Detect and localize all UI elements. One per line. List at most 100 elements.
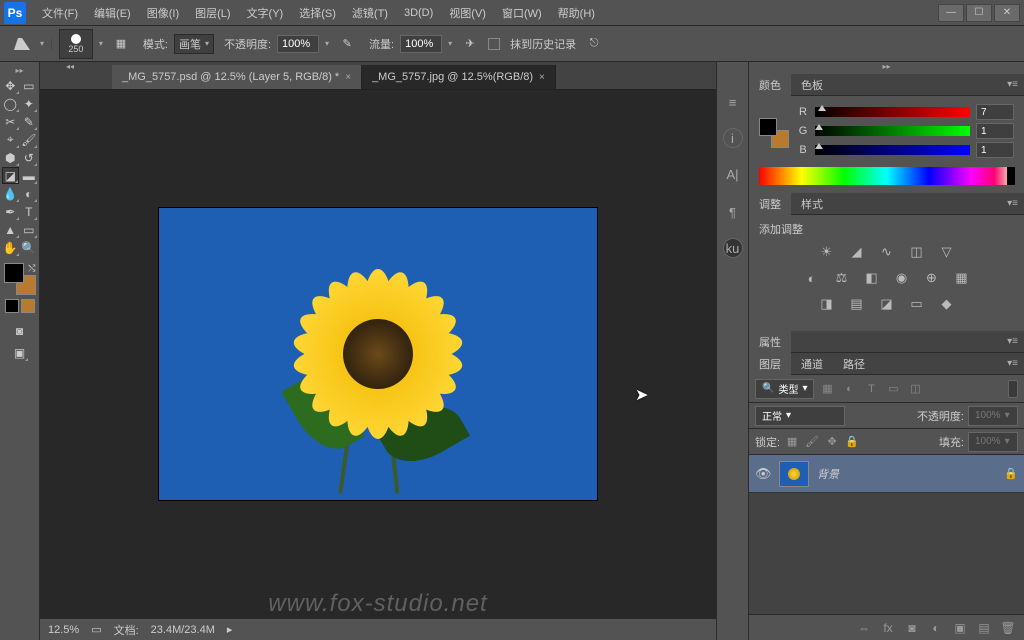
menu-type[interactable]: 文字(Y): [239, 0, 292, 26]
new-group-icon[interactable]: ▣: [952, 620, 968, 636]
default-colors-icon[interactable]: [5, 299, 19, 313]
close-button[interactable]: ✕: [994, 4, 1020, 22]
tab-color[interactable]: 颜色: [749, 74, 791, 96]
bw-icon[interactable]: ◧: [862, 269, 882, 287]
filter-kind-select[interactable]: 🔍 类型 ▾: [755, 379, 814, 399]
alt-color-icon[interactable]: [21, 299, 35, 313]
menu-edit[interactable]: 编辑(E): [86, 0, 139, 26]
tab-paths[interactable]: 路径: [833, 353, 875, 375]
flow-field[interactable]: 100%: [400, 35, 442, 53]
new-layer-icon[interactable]: ▤: [976, 620, 992, 636]
threshold-icon[interactable]: ◪: [877, 295, 897, 313]
pressure-opacity-icon[interactable]: ✎: [335, 32, 359, 56]
eraser-tool[interactable]: ◪: [2, 167, 19, 184]
color-swatch-pair[interactable]: [759, 118, 789, 148]
menu-file[interactable]: 文件(F): [34, 0, 86, 26]
photo-filter-icon[interactable]: ◉: [892, 269, 912, 287]
menu-filter[interactable]: 滤镜(T): [344, 0, 396, 26]
airbrush-icon[interactable]: ✈: [458, 32, 482, 56]
histogram-panel-icon[interactable]: ≡: [721, 90, 745, 114]
dodge-tool[interactable]: ◐: [21, 185, 38, 202]
g-slider[interactable]: [815, 126, 970, 136]
crop-tool[interactable]: ✂: [2, 113, 19, 130]
menu-help[interactable]: 帮助(H): [550, 0, 603, 26]
healing-tool[interactable]: ⌖: [2, 131, 19, 148]
brush-tool[interactable]: 🖌: [21, 131, 38, 148]
layers-panel-menu-icon[interactable]: ▾≡: [1001, 358, 1024, 369]
layer-fx-icon[interactable]: fx: [880, 620, 896, 636]
b-slider[interactable]: [815, 145, 970, 155]
menu-view[interactable]: 视图(V): [441, 0, 494, 26]
fill-field[interactable]: 100% ▾: [968, 432, 1018, 452]
history-brush-tool[interactable]: ↺: [21, 149, 38, 166]
swap-colors-icon[interactable]: ⤭: [28, 263, 35, 274]
filter-smart-icon[interactable]: ◫: [906, 380, 924, 398]
opacity-field[interactable]: 100%: [277, 35, 319, 53]
layer-thumbnail[interactable]: [779, 461, 809, 487]
lock-all-icon[interactable]: 🔒: [844, 434, 860, 450]
blend-mode-select[interactable]: 画笔▾: [174, 34, 214, 54]
tab-adjustments[interactable]: 调整: [749, 193, 791, 215]
layer-mask-icon[interactable]: ◙: [904, 620, 920, 636]
move-tool[interactable]: ✥: [2, 77, 19, 94]
opacity-chevron-icon[interactable]: ▾: [325, 39, 329, 48]
document-tab-1[interactable]: _MG_5757.psd @ 12.5% (Layer 5, RGB/8) * …: [112, 65, 362, 89]
document-tab-2[interactable]: _MG_5757.jpg @ 12.5%(RGB/8) ×: [362, 65, 556, 89]
kuler-panel-icon[interactable]: ku: [723, 238, 743, 258]
link-layers-icon[interactable]: ⇔: [856, 620, 872, 636]
filter-pixel-icon[interactable]: ▦: [818, 380, 836, 398]
filter-type-icon[interactable]: T: [862, 380, 880, 398]
status-menu-icon[interactable]: ▸: [227, 623, 233, 636]
status-nav-icon[interactable]: ▭: [91, 623, 101, 636]
stamp-tool[interactable]: ⬢: [2, 149, 19, 166]
tab-strip-collapse-icon[interactable]: ◂◂: [40, 62, 100, 72]
lookup-icon[interactable]: ▦: [952, 269, 972, 287]
gradient-map-icon[interactable]: ▭: [907, 295, 927, 313]
menu-3d[interactable]: 3D(D): [396, 0, 441, 26]
props-panel-menu-icon[interactable]: ▾≡: [1001, 336, 1024, 347]
current-tool-icon[interactable]: [10, 32, 34, 56]
quickmask-icon[interactable]: ◙: [11, 322, 28, 339]
adjust-panel-menu-icon[interactable]: ▾≡: [1001, 198, 1024, 209]
panel-collapse-icon[interactable]: ▸▸: [749, 62, 1024, 74]
r-slider[interactable]: [815, 107, 970, 117]
zoom-tool[interactable]: 🔍: [21, 239, 38, 256]
screenmode-icon[interactable]: ▣: [11, 344, 28, 361]
g-value[interactable]: 1: [976, 123, 1014, 139]
color-panel-menu-icon[interactable]: ▾≡: [1001, 79, 1024, 90]
lock-position-icon[interactable]: ✥: [824, 434, 840, 450]
canvas-viewport[interactable]: ➤: [40, 90, 716, 618]
vibrance-icon[interactable]: ▽: [937, 243, 957, 261]
blur-tool[interactable]: 💧: [2, 185, 19, 202]
posterize-icon[interactable]: ▤: [847, 295, 867, 313]
layer-opacity-field[interactable]: 100% ▾: [968, 406, 1018, 426]
menu-window[interactable]: 窗口(W): [494, 0, 550, 26]
paragraph-panel-icon[interactable]: ¶: [721, 200, 745, 224]
tab-properties[interactable]: 属性: [749, 331, 791, 353]
magic-wand-tool[interactable]: ✦: [21, 95, 38, 112]
lock-transparency-icon[interactable]: ▦: [784, 434, 800, 450]
tab-swatches[interactable]: 色板: [791, 74, 833, 96]
gradient-tool[interactable]: ▬: [21, 167, 37, 184]
new-adjust-layer-icon[interactable]: ◐: [928, 620, 944, 636]
hand-tool[interactable]: ✋: [2, 239, 19, 256]
pressure-size-icon[interactable]: ⎋: [582, 32, 606, 56]
b-value[interactable]: 1: [976, 142, 1014, 158]
filter-adjust-icon[interactable]: ◐: [840, 380, 858, 398]
brightness-icon[interactable]: ☀: [817, 243, 837, 261]
artboard-tool[interactable]: ▭: [21, 77, 38, 94]
tab-styles[interactable]: 样式: [791, 193, 833, 215]
lock-pixels-icon[interactable]: 🖌: [804, 434, 820, 450]
brush-preset-picker[interactable]: 250: [59, 29, 93, 59]
layer-row-background[interactable]: 👁 背景 🔒: [749, 455, 1024, 493]
menu-layer[interactable]: 图层(L): [187, 0, 238, 26]
tab-layers[interactable]: 图层: [749, 353, 791, 375]
menu-image[interactable]: 图像(I): [139, 0, 187, 26]
channel-mixer-icon[interactable]: ⊕: [922, 269, 942, 287]
curves-icon[interactable]: ∿: [877, 243, 897, 261]
info-panel-icon[interactable]: i: [723, 128, 743, 148]
path-select-tool[interactable]: ▲: [2, 221, 19, 238]
character-panel-icon[interactable]: A|: [721, 162, 745, 186]
erase-history-checkbox[interactable]: [488, 38, 500, 50]
shape-tool[interactable]: ▭: [21, 221, 38, 238]
